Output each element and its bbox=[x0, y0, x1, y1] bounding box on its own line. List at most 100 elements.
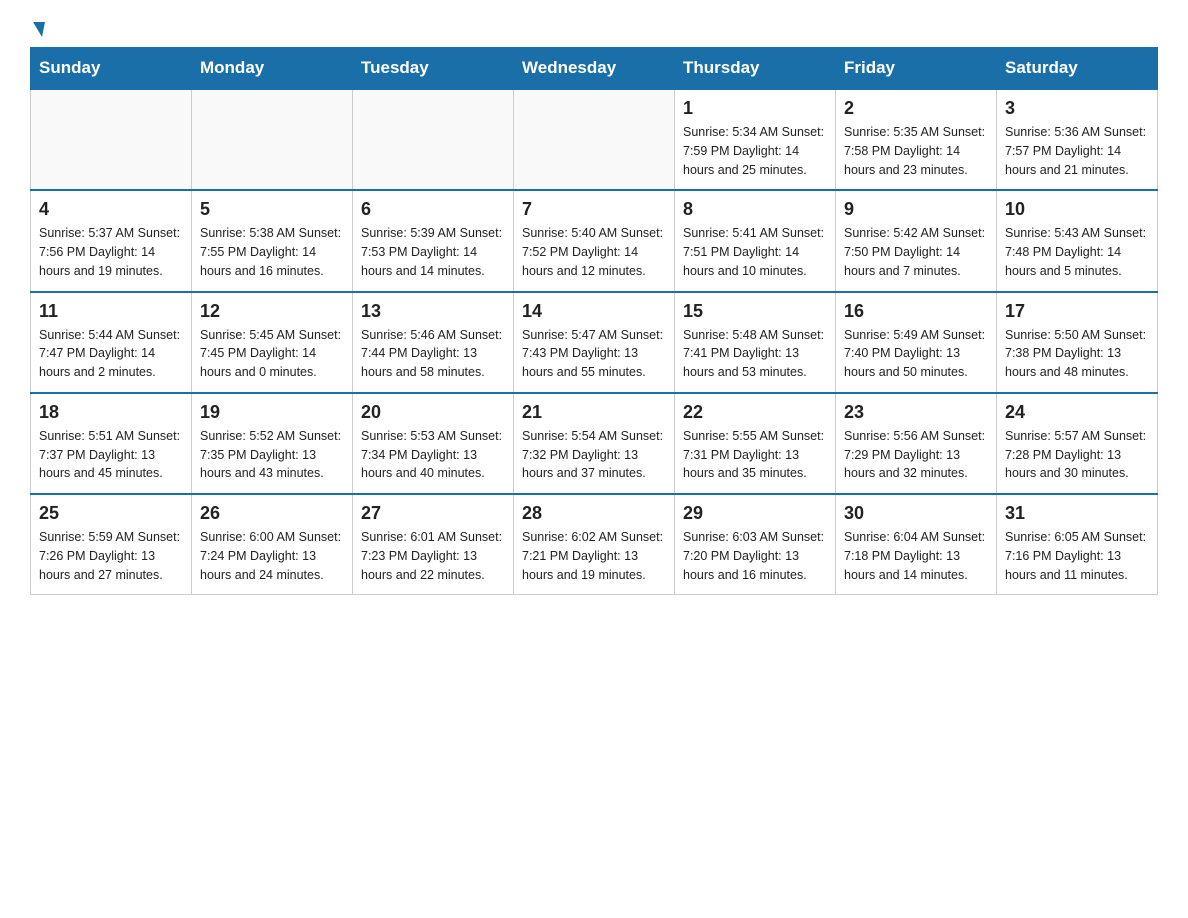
day-number: 27 bbox=[361, 503, 505, 524]
calendar-cell: 22 Sunrise: 5:55 AM Sunset: 7:31 PM Dayli… bbox=[675, 393, 836, 494]
calendar-cell: 25 Sunrise: 5:59 AM Sunset: 7:26 PM Dayli… bbox=[31, 494, 192, 595]
day-info: Sunrise: 5:51 AM Sunset: 7:37 PM Dayligh… bbox=[39, 427, 183, 483]
day-of-week-header: Sunday bbox=[31, 48, 192, 90]
calendar-cell: 6 Sunrise: 5:39 AM Sunset: 7:53 PM Daylig… bbox=[353, 190, 514, 291]
day-number: 19 bbox=[200, 402, 344, 423]
day-info: Sunrise: 5:47 AM Sunset: 7:43 PM Dayligh… bbox=[522, 326, 666, 382]
day-number: 31 bbox=[1005, 503, 1149, 524]
day-number: 5 bbox=[200, 199, 344, 220]
day-info: Sunrise: 6:03 AM Sunset: 7:20 PM Dayligh… bbox=[683, 528, 827, 584]
calendar-week-row: 1Sunrise: 5:34 AM Sunset: 7:59 PM Daylig… bbox=[31, 89, 1158, 190]
calendar-cell: 1Sunrise: 5:34 AM Sunset: 7:59 PM Daylig… bbox=[675, 89, 836, 190]
day-number: 8 bbox=[683, 199, 827, 220]
calendar-cell: 20 Sunrise: 5:53 AM Sunset: 7:34 PM Dayli… bbox=[353, 393, 514, 494]
day-number: 15 bbox=[683, 301, 827, 322]
calendar-cell: 18 Sunrise: 5:51 AM Sunset: 7:37 PM Dayli… bbox=[31, 393, 192, 494]
calendar-cell bbox=[192, 89, 353, 190]
day-info: Sunrise: 6:00 AM Sunset: 7:24 PM Dayligh… bbox=[200, 528, 344, 584]
day-number: 1 bbox=[683, 98, 827, 119]
day-of-week-header: Saturday bbox=[997, 48, 1158, 90]
calendar-cell: 16 Sunrise: 5:49 AM Sunset: 7:40 PM Dayli… bbox=[836, 292, 997, 393]
day-number: 20 bbox=[361, 402, 505, 423]
day-info: Sunrise: 5:49 AM Sunset: 7:40 PM Dayligh… bbox=[844, 326, 988, 382]
calendar-week-row: 25 Sunrise: 5:59 AM Sunset: 7:26 PM Dayli… bbox=[31, 494, 1158, 595]
day-number: 28 bbox=[522, 503, 666, 524]
day-number: 26 bbox=[200, 503, 344, 524]
day-info: Sunrise: 5:55 AM Sunset: 7:31 PM Dayligh… bbox=[683, 427, 827, 483]
day-info: Sunrise: 6:05 AM Sunset: 7:16 PM Dayligh… bbox=[1005, 528, 1149, 584]
calendar-cell: 4Sunrise: 5:37 AM Sunset: 7:56 PM Daylig… bbox=[31, 190, 192, 291]
calendar-cell: 31 Sunrise: 6:05 AM Sunset: 7:16 PM Dayli… bbox=[997, 494, 1158, 595]
calendar-cell: 26 Sunrise: 6:00 AM Sunset: 7:24 PM Dayli… bbox=[192, 494, 353, 595]
calendar-cell: 19 Sunrise: 5:52 AM Sunset: 7:35 PM Dayli… bbox=[192, 393, 353, 494]
day-number: 12 bbox=[200, 301, 344, 322]
logo-triangle-icon bbox=[33, 22, 45, 37]
calendar-cell bbox=[31, 89, 192, 190]
day-number: 17 bbox=[1005, 301, 1149, 322]
day-info: Sunrise: 5:35 AM Sunset: 7:58 PM Dayligh… bbox=[844, 123, 988, 179]
day-number: 23 bbox=[844, 402, 988, 423]
calendar-week-row: 4Sunrise: 5:37 AM Sunset: 7:56 PM Daylig… bbox=[31, 190, 1158, 291]
calendar-week-row: 11Sunrise: 5:44 AM Sunset: 7:47 PM Dayli… bbox=[31, 292, 1158, 393]
day-number: 25 bbox=[39, 503, 183, 524]
day-info: Sunrise: 6:04 AM Sunset: 7:18 PM Dayligh… bbox=[844, 528, 988, 584]
day-of-week-header: Monday bbox=[192, 48, 353, 90]
day-info: Sunrise: 5:39 AM Sunset: 7:53 PM Dayligh… bbox=[361, 224, 505, 280]
day-info: Sunrise: 5:36 AM Sunset: 7:57 PM Dayligh… bbox=[1005, 123, 1149, 179]
calendar-cell: 11Sunrise: 5:44 AM Sunset: 7:47 PM Dayli… bbox=[31, 292, 192, 393]
calendar-cell: 15 Sunrise: 5:48 AM Sunset: 7:41 PM Dayli… bbox=[675, 292, 836, 393]
calendar-header-row: SundayMondayTuesdayWednesdayThursdayFrid… bbox=[31, 48, 1158, 90]
day-info: Sunrise: 5:48 AM Sunset: 7:41 PM Dayligh… bbox=[683, 326, 827, 382]
day-number: 2 bbox=[844, 98, 988, 119]
day-number: 21 bbox=[522, 402, 666, 423]
day-info: Sunrise: 5:56 AM Sunset: 7:29 PM Dayligh… bbox=[844, 427, 988, 483]
day-info: Sunrise: 5:44 AM Sunset: 7:47 PM Dayligh… bbox=[39, 326, 183, 382]
day-info: Sunrise: 5:42 AM Sunset: 7:50 PM Dayligh… bbox=[844, 224, 988, 280]
calendar-cell: 8Sunrise: 5:41 AM Sunset: 7:51 PM Daylig… bbox=[675, 190, 836, 291]
day-info: Sunrise: 5:45 AM Sunset: 7:45 PM Dayligh… bbox=[200, 326, 344, 382]
calendar-cell: 21 Sunrise: 5:54 AM Sunset: 7:32 PM Dayli… bbox=[514, 393, 675, 494]
day-info: Sunrise: 5:53 AM Sunset: 7:34 PM Dayligh… bbox=[361, 427, 505, 483]
calendar-cell: 5 Sunrise: 5:38 AM Sunset: 7:55 PM Daylig… bbox=[192, 190, 353, 291]
calendar-table: SundayMondayTuesdayWednesdayThursdayFrid… bbox=[30, 47, 1158, 595]
calendar-cell: 30 Sunrise: 6:04 AM Sunset: 7:18 PM Dayli… bbox=[836, 494, 997, 595]
day-number: 14 bbox=[522, 301, 666, 322]
calendar-cell: 2 Sunrise: 5:35 AM Sunset: 7:58 PM Daylig… bbox=[836, 89, 997, 190]
day-info: Sunrise: 5:38 AM Sunset: 7:55 PM Dayligh… bbox=[200, 224, 344, 280]
day-info: Sunrise: 5:59 AM Sunset: 7:26 PM Dayligh… bbox=[39, 528, 183, 584]
day-number: 4 bbox=[39, 199, 183, 220]
day-number: 30 bbox=[844, 503, 988, 524]
calendar-cell: 3 Sunrise: 5:36 AM Sunset: 7:57 PM Daylig… bbox=[997, 89, 1158, 190]
day-number: 24 bbox=[1005, 402, 1149, 423]
day-of-week-header: Wednesday bbox=[514, 48, 675, 90]
day-info: Sunrise: 5:57 AM Sunset: 7:28 PM Dayligh… bbox=[1005, 427, 1149, 483]
day-info: Sunrise: 5:46 AM Sunset: 7:44 PM Dayligh… bbox=[361, 326, 505, 382]
calendar-cell: 23 Sunrise: 5:56 AM Sunset: 7:29 PM Dayli… bbox=[836, 393, 997, 494]
logo bbox=[30, 20, 48, 37]
calendar-cell: 28 Sunrise: 6:02 AM Sunset: 7:21 PM Dayli… bbox=[514, 494, 675, 595]
day-number: 3 bbox=[1005, 98, 1149, 119]
day-info: Sunrise: 6:02 AM Sunset: 7:21 PM Dayligh… bbox=[522, 528, 666, 584]
calendar-cell: 9 Sunrise: 5:42 AM Sunset: 7:50 PM Daylig… bbox=[836, 190, 997, 291]
calendar-cell bbox=[514, 89, 675, 190]
day-number: 6 bbox=[361, 199, 505, 220]
day-number: 18 bbox=[39, 402, 183, 423]
day-info: Sunrise: 5:40 AM Sunset: 7:52 PM Dayligh… bbox=[522, 224, 666, 280]
calendar-cell: 13 Sunrise: 5:46 AM Sunset: 7:44 PM Dayli… bbox=[353, 292, 514, 393]
day-number: 16 bbox=[844, 301, 988, 322]
day-info: Sunrise: 5:54 AM Sunset: 7:32 PM Dayligh… bbox=[522, 427, 666, 483]
calendar-cell: 17 Sunrise: 5:50 AM Sunset: 7:38 PM Dayli… bbox=[997, 292, 1158, 393]
day-number: 22 bbox=[683, 402, 827, 423]
calendar-cell: 10Sunrise: 5:43 AM Sunset: 7:48 PM Dayli… bbox=[997, 190, 1158, 291]
calendar-week-row: 18 Sunrise: 5:51 AM Sunset: 7:37 PM Dayli… bbox=[31, 393, 1158, 494]
day-of-week-header: Tuesday bbox=[353, 48, 514, 90]
day-number: 13 bbox=[361, 301, 505, 322]
calendar-cell: 24 Sunrise: 5:57 AM Sunset: 7:28 PM Dayli… bbox=[997, 393, 1158, 494]
day-info: Sunrise: 5:43 AM Sunset: 7:48 PM Dayligh… bbox=[1005, 224, 1149, 280]
calendar-cell bbox=[353, 89, 514, 190]
page-header bbox=[30, 20, 1158, 37]
calendar-cell: 12 Sunrise: 5:45 AM Sunset: 7:45 PM Dayli… bbox=[192, 292, 353, 393]
day-info: Sunrise: 5:50 AM Sunset: 7:38 PM Dayligh… bbox=[1005, 326, 1149, 382]
day-info: Sunrise: 5:52 AM Sunset: 7:35 PM Dayligh… bbox=[200, 427, 344, 483]
day-number: 9 bbox=[844, 199, 988, 220]
